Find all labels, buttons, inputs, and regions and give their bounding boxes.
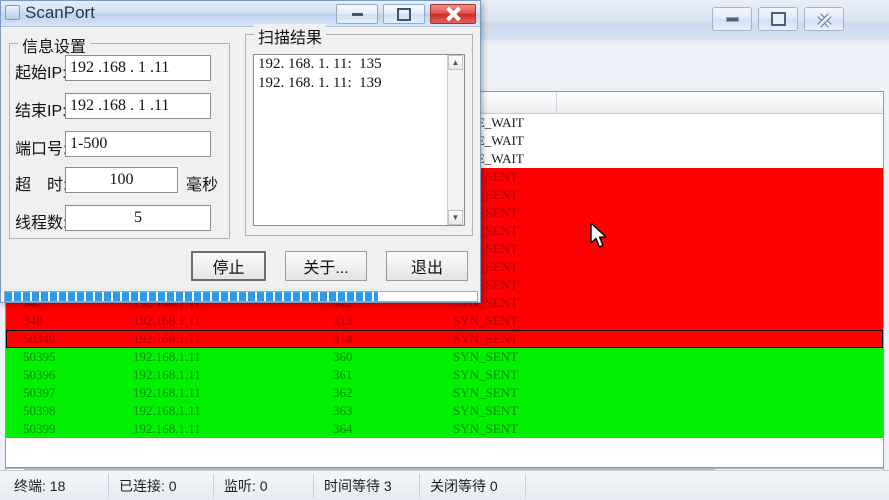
maximize-icon bbox=[384, 5, 424, 23]
minimize-icon bbox=[337, 5, 377, 23]
label-start_ip: 起始IP: bbox=[15, 65, 67, 82]
cell-state: SYN_SENT bbox=[453, 349, 519, 364]
app-icon bbox=[5, 5, 20, 20]
cell-remote_port: 362 bbox=[333, 385, 353, 400]
cell-remote_port: 361 bbox=[333, 367, 353, 382]
cell-local_port: 50349 bbox=[23, 331, 56, 346]
close-icon bbox=[431, 5, 475, 23]
stop-button[interactable]: 停止 bbox=[191, 251, 266, 281]
cell-remote: 192.168.1.11 bbox=[133, 367, 201, 382]
scanport-titlebar[interactable]: ScanPort bbox=[1, 1, 480, 27]
status-segment-0: 终端: 18 bbox=[4, 474, 109, 498]
cell-local_port: 50397 bbox=[23, 385, 56, 400]
cell-remote_port: 360 bbox=[333, 349, 353, 364]
scroll-up-arrow-icon[interactable]: ▲ bbox=[448, 55, 463, 70]
status-segment-4: 关闭等待 0 bbox=[420, 474, 526, 498]
scroll-down-arrow-icon[interactable]: ▼ bbox=[448, 210, 463, 225]
scanport-dialog[interactable]: ScanPort 信息设置 扫描结果 起始IP: 192 .168 . 1 .11… bbox=[0, 0, 481, 303]
cell-local_port: 50398 bbox=[23, 403, 56, 418]
status-segment-1: 已连接: 0 bbox=[109, 474, 214, 498]
cell-local: 192.168.1.11 bbox=[6, 384, 17, 402]
cell-remote_port: 313 bbox=[333, 313, 353, 328]
cell-remote_port: 363 bbox=[333, 403, 353, 418]
scan-results-lines: 192. 168. 1. 11: 135 192. 168. 1. 11: 139 bbox=[254, 55, 464, 93]
cell-state: SYN_SENT bbox=[453, 403, 519, 418]
cell-local_port: 348 bbox=[23, 313, 43, 328]
bg-minimize-button[interactable] bbox=[712, 7, 752, 31]
cell-local_port: 50396 bbox=[23, 367, 56, 382]
cell-state: SYN_SENT bbox=[453, 367, 519, 382]
table-row[interactable]: ScanPort.exe11108TCP192.168.1.1150397192… bbox=[6, 384, 883, 402]
scan-result-legend: 扫描结果 bbox=[254, 24, 327, 48]
table-row[interactable]: ScanPort.exe11108TCP192.168.1.1150399192… bbox=[6, 420, 883, 438]
label-threads: 线程数: bbox=[15, 215, 68, 232]
table-row[interactable]: ScanPort.exe11108TCP192.168.1.1150396192… bbox=[6, 366, 883, 384]
cell-remote: 192.168.1.11 bbox=[133, 421, 201, 436]
scan-progress-bar bbox=[4, 291, 478, 302]
end_ip-input[interactable]: 192 .168 . 1 .11 bbox=[65, 93, 211, 119]
label-timeout: 超 时: bbox=[15, 177, 68, 194]
cell-remote: 192.168.1.11 bbox=[133, 313, 201, 328]
status-segment-2: 监听: 0 bbox=[214, 474, 314, 498]
cell-remote: 192.168.1.11 bbox=[133, 349, 201, 364]
scan-progress-fill bbox=[5, 292, 378, 301]
port_range-input[interactable]: 1-500 bbox=[65, 131, 211, 157]
table-row[interactable]: ScanPort.exe11108TCP192.168.1.1150395192… bbox=[6, 348, 883, 366]
status-segment-3: 时间等待 3 bbox=[314, 474, 420, 498]
table-row[interactable]: ScanPort.exe11108TCP192.168.1.1150398192… bbox=[6, 402, 883, 420]
cell-remote_port: 314 bbox=[333, 331, 353, 346]
cell-local: 192.168.1.11 bbox=[6, 402, 17, 420]
timeout-input[interactable]: 100 bbox=[65, 167, 178, 193]
cell-remote: 192.168.1.11 bbox=[133, 385, 201, 400]
cell-remote_port: 364 bbox=[333, 421, 353, 436]
scan-result-item[interactable]: 192. 168. 1. 11: 139 bbox=[254, 74, 464, 93]
maximize-icon bbox=[759, 8, 797, 30]
table-row[interactable]: 348 192.168.1.11 313 SYN_SENT bbox=[6, 312, 883, 330]
start_ip-input[interactable]: 192 .168 . 1 .11 bbox=[65, 55, 211, 81]
scanport-close-button[interactable] bbox=[430, 4, 476, 24]
cell-local: 192.168.1.11 bbox=[6, 420, 17, 438]
minimize-icon bbox=[713, 8, 751, 30]
threads-input[interactable]: 5 bbox=[65, 205, 211, 231]
exit-button[interactable]: 退出 bbox=[386, 251, 468, 281]
scan-result-item[interactable]: 192. 168. 1. 11: 135 bbox=[254, 55, 464, 74]
info-settings-legend: 信息设置 bbox=[18, 33, 91, 57]
cell-state: SYN_SENT bbox=[453, 313, 519, 328]
scanport-maximize-button[interactable] bbox=[383, 4, 425, 24]
cell-state: SYN_SENT bbox=[453, 385, 519, 400]
label-end_ip: 结束IP: bbox=[15, 103, 67, 120]
cell-state: SYN_SENT bbox=[453, 331, 519, 346]
cell-local_port: 50395 bbox=[23, 349, 56, 364]
timeout-unit-label: 毫秒 bbox=[186, 177, 219, 194]
label-port_range: 端口号: bbox=[15, 141, 68, 158]
bg-close-button[interactable] bbox=[804, 7, 844, 31]
scanport-minimize-button[interactable] bbox=[336, 4, 378, 24]
close-icon bbox=[805, 8, 843, 30]
scan-results-scrollbar[interactable]: ▲ ▼ bbox=[447, 55, 464, 225]
cell-state: SYN_SENT bbox=[453, 421, 519, 436]
screen-root: 本地端口远程地址远程端口状态 015192.168.1.180TIME_WAIT… bbox=[0, 0, 889, 500]
bg-maximize-button[interactable] bbox=[758, 7, 798, 31]
status-bar: 终端: 18 已连接: 0 监听: 0 时间等待 3 关闭等待 0 bbox=[0, 470, 889, 500]
cell-local_port: 50399 bbox=[23, 421, 56, 436]
window-title: ScanPort bbox=[25, 3, 95, 22]
cell-local: 192.168.1.11 bbox=[6, 348, 17, 366]
about-button[interactable]: 关于... bbox=[285, 251, 367, 281]
cell-local: 192.168.1.11 bbox=[6, 330, 17, 348]
cell-remote: 192.168.1.11 bbox=[133, 403, 201, 418]
cell-remote: 192.168.1.11 bbox=[133, 331, 201, 346]
scan-results-list[interactable]: 192. 168. 1. 11: 135 192. 168. 1. 11: 139… bbox=[253, 54, 465, 226]
table-row[interactable]: ScanPort.exe11108TCP192.168.1.1150349192… bbox=[6, 330, 883, 348]
cell-local: 192.168.1.11 bbox=[6, 366, 17, 384]
